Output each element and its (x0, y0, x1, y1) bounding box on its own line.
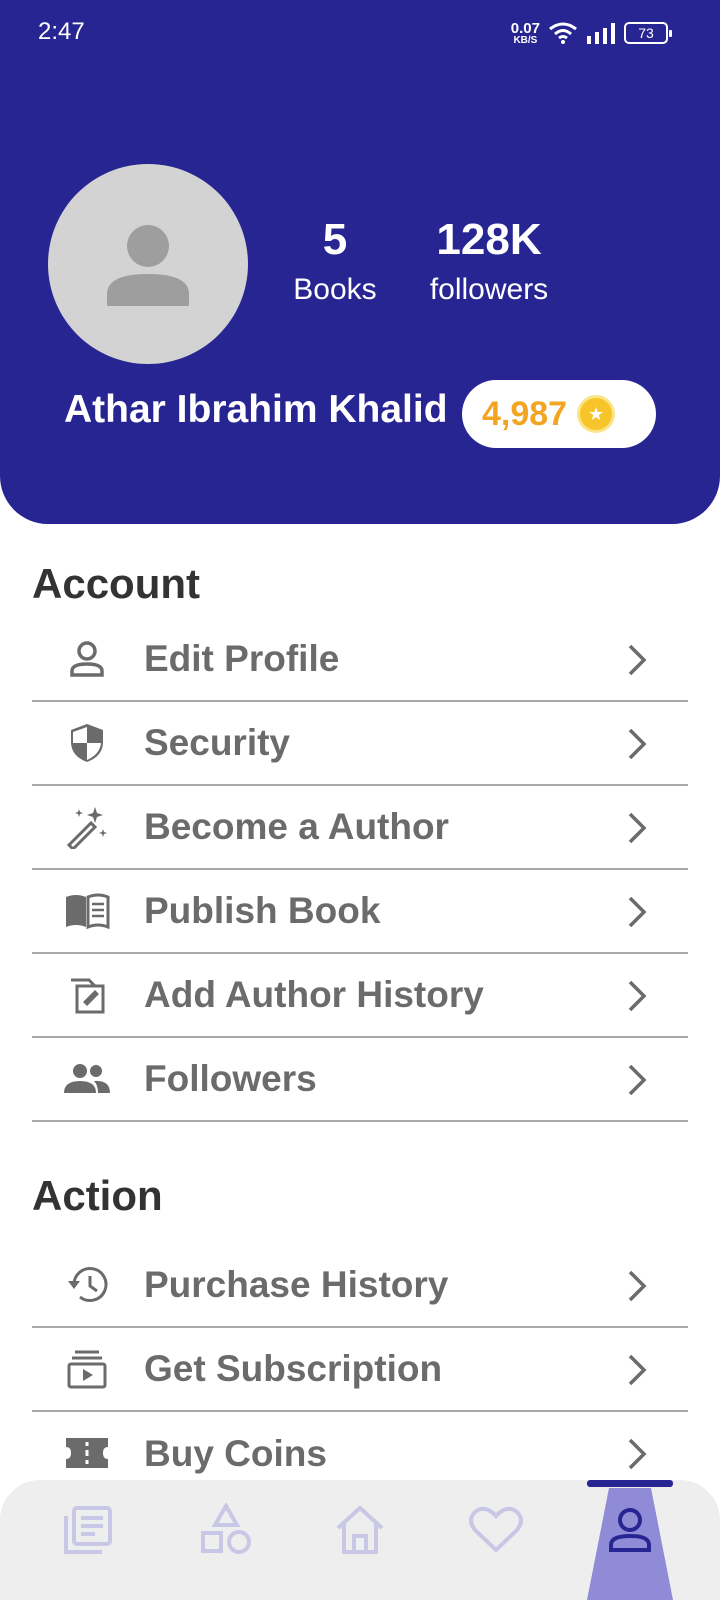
battery-level: 73 (638, 25, 654, 41)
coins-balance[interactable]: 4,987 ★ (462, 380, 656, 448)
menu-label: Followers (144, 1058, 317, 1099)
status-icons: 0.07 KB/S 73 (511, 18, 672, 48)
bottom-navigation (0, 1480, 720, 1600)
signal-icon (587, 23, 615, 44)
history-edit-icon (64, 972, 110, 1018)
home-icon (336, 1505, 384, 1554)
menu-item-followers[interactable]: Followers (32, 1038, 688, 1122)
menu-label: Publish Book (144, 890, 381, 931)
profile-header: 2:47 0.07 KB/S 73 5 Books 128K followers… (0, 0, 720, 524)
ticket-icon (64, 1430, 110, 1476)
coin-icon: ★ (577, 395, 616, 433)
nav-favorites[interactable] (466, 1500, 526, 1560)
menu-item-add-author-history[interactable]: Add Author History (32, 954, 688, 1038)
chevron-right-icon (628, 896, 647, 928)
books-label: Books (293, 273, 377, 306)
group-icon (64, 1056, 110, 1102)
menu-label: Edit Profile (144, 638, 340, 679)
menu-label: Buy Coins (144, 1433, 327, 1474)
coins-value: 4,987 (482, 394, 568, 433)
chevron-right-icon (628, 980, 647, 1012)
nav-library[interactable] (58, 1500, 118, 1560)
person-placeholder-icon (107, 225, 189, 306)
menu-label: Get Subscription (144, 1348, 443, 1389)
net-speed-value: 0.07 (510, 19, 540, 37)
chevron-right-icon (628, 644, 647, 676)
subscription-icon (64, 1346, 110, 1392)
menu-item-get-subscription[interactable]: Get Subscription (32, 1328, 688, 1412)
status-bar: 2:47 0.07 KB/S 73 (0, 0, 720, 64)
chevron-right-icon (628, 812, 647, 844)
account-section-title: Account (32, 560, 200, 607)
menu-label: Purchase History (144, 1264, 449, 1305)
menu-item-become-author[interactable]: Become a Author (32, 786, 688, 870)
menu-item-publish-book[interactable]: Publish Book (32, 870, 688, 954)
chevron-right-icon (628, 1064, 647, 1096)
menu-item-security[interactable]: Security (32, 702, 688, 786)
user-name: Athar Ibrahim Khalid (64, 388, 448, 431)
books-count: 5 (322, 215, 348, 264)
menu-item-purchase-history[interactable]: Purchase History (32, 1244, 688, 1328)
chevron-right-icon (628, 1270, 647, 1302)
magic-wand-icon (64, 804, 110, 850)
profile-icon (609, 1508, 651, 1552)
nav-profile[interactable] (600, 1500, 660, 1560)
book-icon (64, 888, 110, 934)
followers-count: 128K (436, 215, 542, 264)
followers-label: followers (429, 273, 549, 306)
history-icon (64, 1262, 110, 1308)
person-icon (64, 636, 110, 682)
library-icon (64, 1506, 112, 1554)
chevron-right-icon (628, 728, 647, 760)
favorites-icon (469, 1506, 523, 1553)
shield-icon (64, 720, 110, 766)
battery-indicator: 73 (624, 22, 672, 44)
categories-icon (201, 1503, 251, 1554)
chevron-right-icon (628, 1438, 647, 1470)
nav-home[interactable] (330, 1500, 390, 1560)
action-section-title: Action (32, 1172, 163, 1219)
wifi-icon (549, 22, 577, 44)
followers-stat[interactable]: 128K followers (414, 212, 564, 312)
menu-label: Security (144, 722, 291, 763)
chevron-right-icon (628, 1354, 647, 1386)
nav-categories[interactable] (196, 1500, 256, 1560)
net-speed-unit: KB/S (513, 34, 538, 46)
menu-label: Add Author History (144, 974, 484, 1015)
menu-item-edit-profile[interactable]: Edit Profile (32, 618, 688, 702)
menu-label: Become a Author (144, 806, 449, 847)
net-speed: 0.07 KB/S (511, 21, 540, 46)
books-stat[interactable]: 5 Books (280, 212, 390, 312)
avatar[interactable] (48, 164, 248, 364)
status-time: 2:47 (38, 18, 85, 45)
